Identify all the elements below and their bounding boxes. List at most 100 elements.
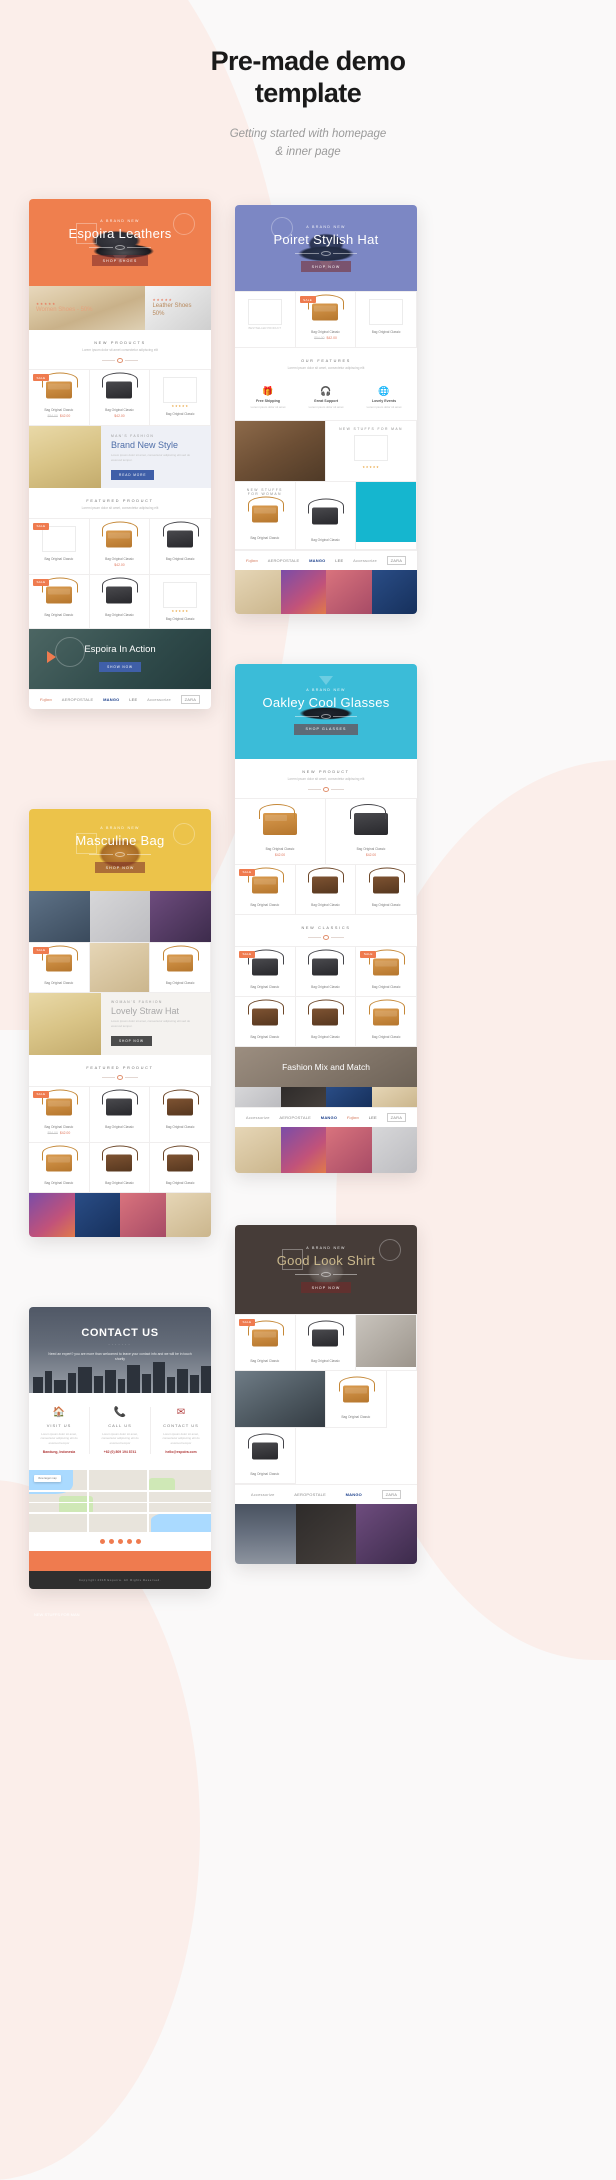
photo-tile[interactable] <box>235 569 281 614</box>
product-image <box>155 581 205 609</box>
photo-tile[interactable] <box>371 569 417 614</box>
photo-tile[interactable] <box>235 419 326 482</box>
hero-cta-button[interactable]: SHOP SHOES <box>91 255 149 267</box>
photo-tile[interactable] <box>74 1192 120 1237</box>
product-card[interactable]: Bag Original Classic <box>355 291 417 349</box>
band-cta-button[interactable]: SHOP NOW <box>111 1035 152 1046</box>
product-grid: SALE Bag Original Classic Bag Original C… <box>29 517 211 629</box>
product-card[interactable]: Bag Original Classic <box>88 1085 151 1143</box>
demo-card-oakley-cool-glasses[interactable]: A BRAND NEW Oakley Cool Glasses SHOP GLA… <box>235 663 417 1173</box>
product-card[interactable]: Bag Original Classic <box>325 1369 387 1428</box>
carousel-dots[interactable] <box>29 1531 211 1551</box>
product-card[interactable]: Bag Original Classic <box>149 1141 211 1193</box>
photo-tile[interactable]: NEW STUFFS FOR MAN <box>34 890 211 1617</box>
photo-tile[interactable] <box>88 941 151 993</box>
photo-tile[interactable] <box>280 569 326 614</box>
product-card[interactable]: Bag Original Classic <box>88 573 151 629</box>
photo-tile[interactable] <box>89 890 151 943</box>
product-card[interactable]: Bag Original Classic <box>149 941 211 993</box>
hero-cta-button[interactable]: SHOP NOW <box>300 261 352 273</box>
promo-leather-shoes[interactable]: ★★★★★ Leather Shoes 50% <box>145 286 211 331</box>
photo-tile[interactable] <box>235 1126 281 1173</box>
product-card[interactable]: SALE Bag Original Classic <box>235 863 296 915</box>
photo-tile[interactable] <box>326 1086 372 1107</box>
photo-tile[interactable] <box>295 1503 357 1564</box>
product-card[interactable]: Bag Original Classic $42.00 <box>325 797 417 865</box>
band-lovely-straw-hat[interactable]: WOMAN'S FASHION Lovely Straw Hat Lorem i… <box>29 992 211 1055</box>
photo-tile[interactable] <box>355 480 417 550</box>
band-fashion-mix[interactable]: Fashion Mix and Match <box>235 1046 417 1087</box>
play-icon[interactable] <box>47 650 56 663</box>
carousel-dot[interactable] <box>135 1538 141 1544</box>
hero-cta-button[interactable]: SHOP NOW <box>94 862 146 874</box>
product-card[interactable]: Bag Original Classic <box>149 1085 211 1143</box>
product-card[interactable]: Bag Original Classic <box>29 1141 90 1193</box>
product-name: Bag Original Classic <box>44 612 74 617</box>
photo-tile[interactable] <box>235 1369 326 1428</box>
product-card[interactable]: Bag Original Classic <box>294 995 357 1047</box>
photo-tile[interactable] <box>235 1503 296 1564</box>
product-card[interactable]: NEW STUFFS FOR WOMAN Bag Original Classi… <box>235 480 296 550</box>
demo-card-contact-us[interactable]: CONTACT US ······· Need an expert? you a… <box>29 1306 211 1589</box>
product-card[interactable]: Bag Original Classic <box>355 995 417 1047</box>
product-card[interactable]: Bag Original Classic <box>294 945 357 997</box>
demo-card-poiret-stylish-hat[interactable]: A BRAND NEW Poiret Stylish Hat SHOP NOW … <box>235 205 417 614</box>
product-card[interactable]: SALE Bag Original Classic $54.00 $42.00 <box>29 1085 90 1143</box>
photo-tile[interactable] <box>326 569 372 614</box>
product-card[interactable]: SALE Bag Original Classic <box>235 1313 296 1371</box>
product-card[interactable]: Bag Original Classic $42.00 <box>88 369 151 427</box>
product-card[interactable]: SALE Bag Original Classic <box>29 573 90 629</box>
product-card[interactable]: Bag Original Classic <box>294 480 357 550</box>
photo-tile[interactable] <box>120 1192 166 1237</box>
demo-card-masculine-bag[interactable]: A BRAND NEW Masculine Bag SHOP NOW NEW S… <box>29 808 211 1617</box>
map-embed[interactable]: View larger map <box>29 1469 211 1532</box>
hero-cta-button[interactable]: SHOP NOW <box>300 1282 352 1294</box>
demo-card-good-look-shirt[interactable]: A BRAND NEW Good Look Shirt SHOP NOW SAL… <box>235 1224 417 1564</box>
hero-cta-button[interactable]: SHOP GLASSES <box>294 723 358 735</box>
photo-tile[interactable] <box>165 1192 211 1237</box>
product-card[interactable]: Bag Original Classic <box>355 863 417 915</box>
map-larger-chip[interactable]: View larger map <box>34 1474 61 1482</box>
section-desc: Lorem ipsum dolor sit amet, consectetur … <box>287 776 365 781</box>
product-card[interactable]: Bag Original Classic <box>235 1426 296 1484</box>
photo-tile[interactable] <box>326 1126 372 1173</box>
product-card[interactable]: NEW STUFFS FOR MAN ★★★★★ <box>325 419 417 482</box>
ornament-divider-icon <box>89 852 151 858</box>
product-card[interactable]: SALE Bag Original Classic $54.00 $42.00 <box>294 291 357 349</box>
carousel-dot[interactable] <box>117 1538 123 1544</box>
product-card[interactable]: ★★★★★ Bag Original Classic <box>149 573 211 629</box>
photo-tile[interactable] <box>235 1086 281 1107</box>
action-cta-button[interactable]: SHOW NOW <box>99 662 141 673</box>
product-card[interactable]: Bag Original Classic $42.00 <box>88 517 151 575</box>
photo-tile[interactable] <box>355 1313 417 1371</box>
carousel-dot[interactable] <box>99 1538 105 1544</box>
product-card[interactable]: Bag Original Classic <box>294 863 357 915</box>
band-brand-new-style[interactable]: MAN'S FASHION Brand New Style Lorem ipsu… <box>29 426 211 489</box>
photo-tile[interactable] <box>371 1086 417 1107</box>
product-card[interactable]: SALE Bag Original Classic $54.00 $42.00 <box>29 369 90 427</box>
product-card[interactable]: Bag Original Classic <box>235 995 296 1047</box>
product-card[interactable]: BESTSELLER PRODUCT <box>235 291 296 349</box>
photo-tile[interactable] <box>356 1503 417 1564</box>
photo-tile[interactable] <box>371 1126 417 1173</box>
carousel-dot[interactable] <box>126 1538 132 1544</box>
demo-card-espoira-leathers[interactable]: A BRAND NEW Espoira Leathers SHOP SHOES … <box>29 199 211 709</box>
carousel-dot[interactable] <box>108 1538 114 1544</box>
photo-tile[interactable] <box>280 1126 326 1173</box>
product-image <box>95 577 145 609</box>
photo-tile[interactable] <box>29 890 90 943</box>
product-card[interactable]: ★★★★★ Bag Original Classic <box>149 369 211 427</box>
product-card[interactable]: SALE Bag Original Classic <box>29 941 90 993</box>
photo-tile[interactable] <box>29 1192 75 1237</box>
product-card[interactable]: Bag Original Classic <box>88 1141 151 1193</box>
product-card[interactable]: Bag Original Classic $42.00 <box>235 797 326 865</box>
product-card[interactable]: Bag Original Classic <box>294 1313 357 1371</box>
photo-tile[interactable] <box>280 1086 326 1107</box>
band-cta-button[interactable]: READ MORE <box>111 469 155 480</box>
action-video-band[interactable]: Espoira In Action SHOW NOW <box>29 628 211 689</box>
product-card[interactable]: SALE Bag Original Classic <box>29 517 90 575</box>
product-card[interactable]: Bag Original Classic <box>149 517 211 575</box>
product-card[interactable]: SALE Bag Original Classic <box>355 945 417 997</box>
promo-women-shoes[interactable]: ★★★★★ Women Shoes - 50% <box>29 286 146 331</box>
product-card[interactable]: SALE Bag Original Classic <box>235 945 296 997</box>
